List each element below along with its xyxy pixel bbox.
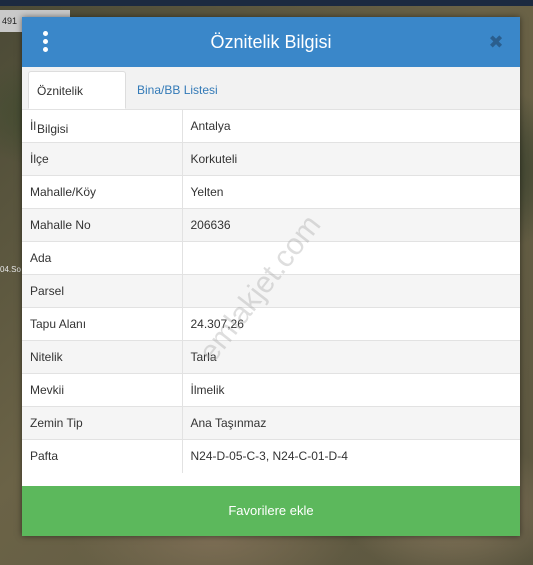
attribute-value: İlmelik [182, 373, 520, 407]
attribute-key: Zemin Tip [22, 406, 183, 440]
attribute-key: Nitelik [22, 340, 183, 374]
dialog-header: Öznitelik Bilgisi ✖ [22, 17, 520, 67]
close-icon[interactable]: ✖ [484, 30, 508, 54]
attribute-value [182, 241, 520, 275]
attribute-key: Mevkii [22, 373, 183, 407]
attribute-key: Parsel [22, 274, 183, 308]
attribute-key: Pafta [22, 439, 183, 473]
attribute-key: Ada [22, 241, 183, 275]
attribute-value: Antalya [182, 109, 520, 143]
table-row: Mahalle/Köy Yelten [22, 175, 520, 209]
table-row: Nitelik Tarla [22, 340, 520, 374]
tab-building-list[interactable]: Bina/BB Listesi [129, 71, 226, 109]
attribute-key: Mahalle No [22, 208, 183, 242]
map-road-label: 04.So [0, 265, 21, 274]
attribute-value: 206636 [182, 208, 520, 242]
attribute-value: Yelten [182, 175, 520, 209]
add-to-favorites-button[interactable]: Favorilere ekle [22, 486, 520, 536]
table-row: Mevkii İlmelik [22, 373, 520, 407]
attribute-key: Mahalle/Köy [22, 175, 183, 209]
dialog-title: Öznitelik Bilgisi [210, 32, 332, 52]
attribute-key: İlçe [22, 142, 183, 176]
tab-attribute-info[interactable]: Öznitelik Bilgisi [28, 71, 126, 136]
attribute-key: Tapu Alanı [22, 307, 183, 341]
attribute-key: İl [22, 109, 183, 143]
attribute-value: Ana Taşınmaz [182, 406, 520, 440]
table-row: Zemin Tip Ana Taşınmaz [22, 406, 520, 440]
table-row: Tapu Alanı 24.307,26 [22, 307, 520, 341]
table-row: İlçe Korkuteli [22, 142, 520, 176]
attribute-value: Korkuteli [182, 142, 520, 176]
attribute-info-dialog: Öznitelik Bilgisi ✖ Öznitelik Bilgisi Bi… [22, 17, 520, 536]
tab-bar: Öznitelik Bilgisi Bina/BB Listesi [22, 67, 520, 136]
attribute-value: N24-D-05-C-3, N24-C-01-D-4 [182, 439, 520, 473]
table-row: Mahalle No 206636 [22, 208, 520, 242]
map-top-bar [0, 0, 533, 6]
table-row: İl Antalya [22, 109, 520, 143]
table-row: Pafta N24-D-05-C-3, N24-C-01-D-4 [22, 439, 520, 473]
